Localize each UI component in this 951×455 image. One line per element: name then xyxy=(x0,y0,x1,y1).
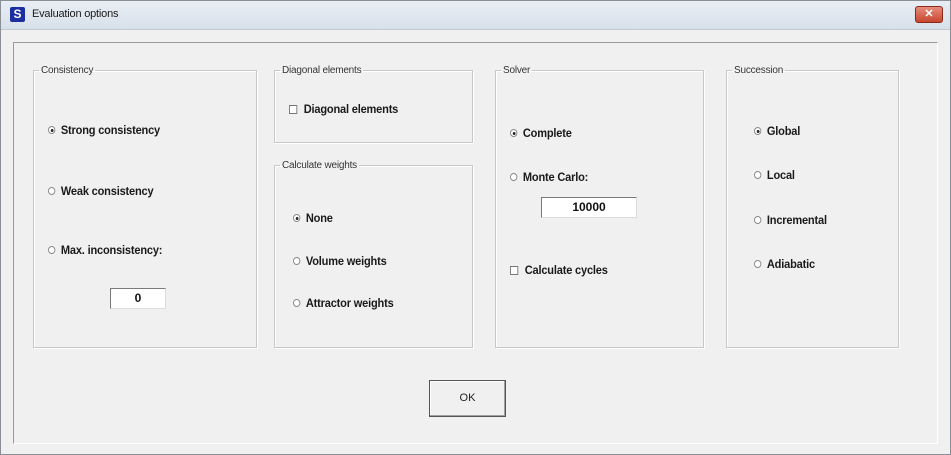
diagonal-elements-group: Diagonal elements Diagonal elements xyxy=(274,65,473,143)
close-icon: ✕ xyxy=(924,8,934,20)
radio-selected-icon xyxy=(293,214,301,222)
succession-incremental-radio[interactable]: Incremental xyxy=(754,213,827,227)
solver-group: Solver Complete Monte Carlo: 10000 Calcu… xyxy=(495,65,704,348)
succession-global-label: Global xyxy=(766,124,801,138)
calculate-weights-group: Calculate weights None Volume weights At… xyxy=(274,160,473,348)
radio-unselected-icon xyxy=(510,173,518,181)
succession-local-radio[interactable]: Local xyxy=(754,168,795,182)
radio-unselected-icon xyxy=(293,257,301,265)
succession-global-radio[interactable]: Global xyxy=(754,124,800,138)
volume-weights-radio[interactable]: Volume weights xyxy=(293,254,387,268)
succession-legend: Succession xyxy=(734,65,784,76)
radio-unselected-icon xyxy=(754,171,762,179)
radio-selected-icon xyxy=(754,127,762,135)
calculate-cycles-checkbox[interactable]: Calculate cycles xyxy=(510,263,608,277)
consistency-group: Consistency Strong consistency Weak cons… xyxy=(33,65,257,348)
weak-consistency-radio[interactable]: Weak consistency xyxy=(48,184,154,198)
monte-carlo-iterations-input[interactable]: 10000 xyxy=(541,197,637,218)
radio-unselected-icon xyxy=(48,187,56,195)
attractor-weights-radio[interactable]: Attractor weights xyxy=(293,296,394,310)
ok-button[interactable]: OK xyxy=(429,380,506,417)
calculate-cycles-label: Calculate cycles xyxy=(524,263,608,277)
diagonal-elements-checkbox[interactable]: Diagonal elements xyxy=(289,102,398,116)
calculate-weights-legend: Calculate weights xyxy=(282,160,357,171)
radio-unselected-icon xyxy=(293,299,301,307)
diagonal-elements-legend: Diagonal elements xyxy=(282,65,362,76)
solver-legend: Solver xyxy=(503,65,531,76)
solver-complete-label: Complete xyxy=(522,126,572,140)
solver-complete-radio[interactable]: Complete xyxy=(510,126,572,140)
succession-adiabatic-radio[interactable]: Adiabatic xyxy=(754,257,815,271)
weak-consistency-label: Weak consistency xyxy=(60,184,154,198)
solver-monte-carlo-radio[interactable]: Monte Carlo: xyxy=(510,170,588,184)
consistency-legend: Consistency xyxy=(41,65,94,76)
title-bar[interactable]: S Evaluation options ✕ xyxy=(1,1,950,30)
checkbox-icon xyxy=(289,104,298,114)
radio-selected-icon xyxy=(510,129,518,137)
weights-none-label: None xyxy=(305,211,333,225)
radio-selected-icon xyxy=(48,126,56,134)
close-button[interactable]: ✕ xyxy=(915,6,943,23)
attractor-weights-label: Attractor weights xyxy=(305,296,394,310)
weights-none-radio[interactable]: None xyxy=(293,211,333,225)
max-inconsistency-label: Max. inconsistency: xyxy=(60,243,163,257)
checkbox-icon xyxy=(510,265,519,275)
radio-unselected-icon xyxy=(754,260,762,268)
strong-consistency-radio[interactable]: Strong consistency xyxy=(48,123,160,137)
window-title: Evaluation options xyxy=(32,8,119,20)
succession-local-label: Local xyxy=(766,168,795,182)
volume-weights-label: Volume weights xyxy=(305,254,387,268)
max-inconsistency-input[interactable]: 0 xyxy=(110,288,166,309)
succession-incremental-label: Incremental xyxy=(766,213,827,227)
max-inconsistency-radio[interactable]: Max. inconsistency: xyxy=(48,243,162,257)
solver-monte-carlo-label: Monte Carlo: xyxy=(522,170,589,184)
evaluation-options-dialog: S Evaluation options ✕ Consistency Stron… xyxy=(0,0,951,455)
succession-group: Succession Global Local Incremental Adia… xyxy=(726,65,899,348)
succession-adiabatic-label: Adiabatic xyxy=(766,257,815,271)
strong-consistency-label: Strong consistency xyxy=(60,123,161,137)
diagonal-elements-label: Diagonal elements xyxy=(303,102,399,116)
radio-unselected-icon xyxy=(754,216,762,224)
app-icon: S xyxy=(10,7,25,22)
dialog-client-area: Consistency Strong consistency Weak cons… xyxy=(13,42,938,444)
radio-unselected-icon xyxy=(48,246,56,254)
